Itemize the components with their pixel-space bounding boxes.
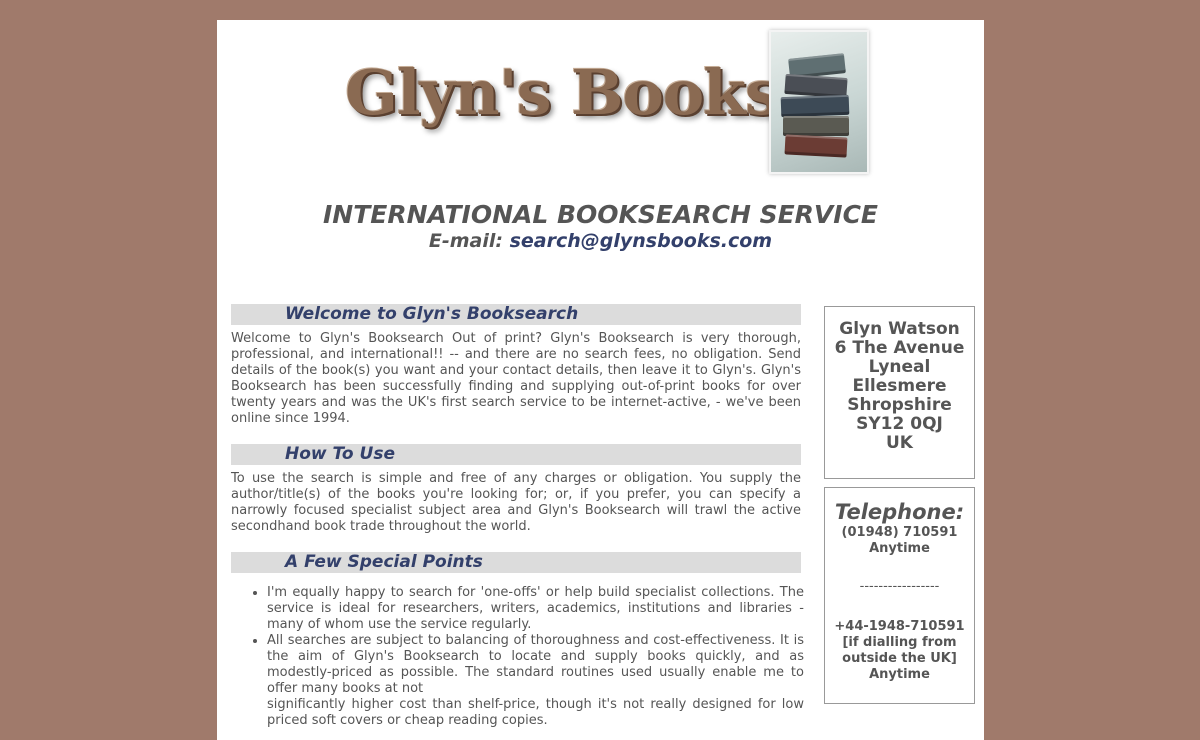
address-street: 6 The Avenue	[834, 338, 965, 358]
page-headline: INTERNATIONAL BOOKSEARCH SERVICE	[323, 200, 878, 229]
page-container: Glyn's Books INTERNATIONAL BOOKSEARCH SE…	[217, 20, 984, 740]
phone-separator: -----------------	[859, 579, 940, 594]
telephone-box: Telephone: (01948) 710591 Anytime ------…	[824, 487, 975, 704]
email-line: E-mail: search@glynsbooks.com	[217, 230, 984, 252]
main-content: Welcome to Glyn's Booksearch Welcome to …	[231, 304, 804, 729]
email-label: E-mail:	[428, 230, 510, 252]
section-title-welcome: Welcome to Glyn's Booksearch	[231, 304, 801, 325]
address-box: Glyn Watson 6 The Avenue Lyneal Ellesmer…	[824, 306, 975, 479]
welcome-paragraph: Welcome to Glyn's Booksearch Out of prin…	[231, 331, 801, 426]
intl-phone-hours: Anytime	[869, 667, 930, 682]
uk-phone-number[interactable]: (01948) 710591	[825, 525, 974, 541]
list-item-continuation: significantly higher cost than shelf-pri…	[267, 697, 804, 728]
address-village: Lyneal	[868, 357, 931, 377]
address-county: Shropshire	[847, 395, 952, 415]
intl-phone-note-2: outside the UK]	[842, 651, 957, 666]
list-item-text: All searches are subject to balancing of…	[267, 633, 804, 696]
telephone-title: Telephone:	[834, 500, 965, 524]
address-postcode: SY12 0QJ	[856, 414, 943, 434]
how-to-use-paragraph: To use the search is simple and free of …	[231, 471, 801, 534]
email-link[interactable]: search@glynsbooks.com	[510, 230, 773, 252]
section-title-special-points: A Few Special Points	[231, 552, 801, 573]
section-title-how-to-use: How To Use	[231, 444, 801, 465]
intl-phone-number[interactable]: +44-1948-710591	[825, 619, 974, 635]
address-town: Ellesmere	[852, 376, 947, 396]
list-item: All searches are subject to balancing of…	[267, 633, 804, 729]
site-logo[interactable]: Glyn's Books	[345, 62, 780, 124]
intl-phone-note: [if dialling from	[842, 635, 957, 650]
stacked-books-image	[769, 30, 869, 174]
list-item: I'm equally happy to search for 'one-off…	[267, 585, 804, 633]
special-points-list: I'm equally happy to search for 'one-off…	[231, 585, 804, 729]
address-country: UK	[886, 433, 913, 453]
uk-phone-hours: Anytime	[869, 541, 930, 556]
address-name: Glyn Watson	[839, 319, 960, 339]
